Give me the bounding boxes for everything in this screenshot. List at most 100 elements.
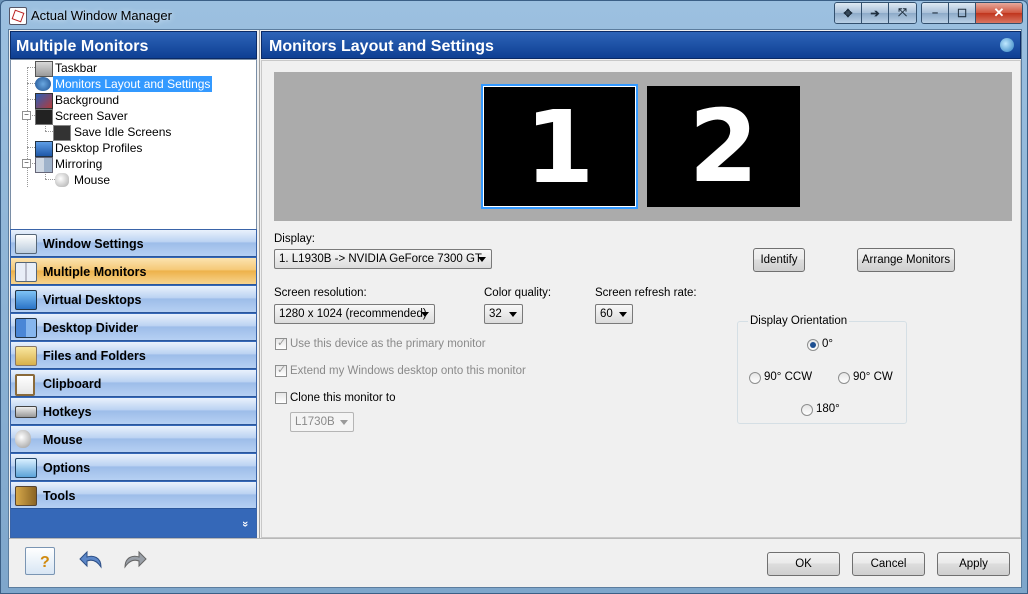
extend-desktop-checkbox[interactable] [275, 363, 287, 377]
orientation-90ccw-radio[interactable] [749, 372, 761, 384]
client-area: Multiple Monitors Taskbar Monitors Layou… [8, 29, 1022, 588]
nav-hotkeys[interactable]: Hotkeys [11, 398, 256, 425]
chevron-down-icon [478, 257, 486, 262]
apply-button[interactable]: Apply [937, 552, 1010, 576]
multiple-monitors-icon [15, 262, 37, 282]
footer-divider [9, 538, 1021, 539]
idle-screens-icon [53, 125, 71, 141]
clone-target-select[interactable]: L1730B [290, 412, 354, 432]
orientation-90cw-label: 90° CW [853, 371, 893, 383]
window-settings-icon [15, 234, 37, 254]
window-caption-buttons: – ☐ ✕ [921, 2, 1023, 24]
nav-multiple-monitors[interactable]: Multiple Monitors [11, 258, 256, 285]
files-folders-icon [15, 346, 37, 366]
orientation-0-label: 0° [822, 338, 833, 350]
mouse-icon [55, 173, 69, 187]
monitors-layout-canvas: 1 2 [274, 72, 1012, 221]
nav-tools[interactable]: Tools [11, 482, 256, 509]
nav-label: Files and Folders [43, 349, 146, 363]
nav-files-and-folders[interactable]: Files and Folders [11, 342, 256, 369]
resize-icon[interactable]: ⤧ [889, 3, 916, 23]
maximize-button[interactable]: ☐ [949, 3, 976, 23]
nav-options[interactable]: Options [11, 454, 256, 481]
extra-caption-buttons: ✥ ➔ ⤧ [834, 2, 917, 24]
app-window: Actual Window Manager ✥ ➔ ⤧ – ☐ ✕ Multip… [0, 0, 1028, 594]
taskbar-icon [35, 61, 53, 77]
left-panel-title: Multiple Monitors [10, 31, 257, 59]
tree-label: Monitors Layout and Settings [53, 76, 213, 92]
nav-label: Options [43, 461, 91, 475]
undo-icon[interactable] [79, 547, 107, 573]
refresh-rate-select[interactable]: 60 [595, 304, 633, 324]
screen-saver-icon [35, 109, 53, 125]
nav-desktop-divider[interactable]: Desktop Divider [11, 314, 256, 341]
minimize-button[interactable]: – [922, 3, 949, 23]
help-icon[interactable]: ? [25, 547, 55, 575]
desktop-divider-icon [15, 318, 37, 338]
orientation-180-label: 180° [816, 403, 840, 415]
orientation-90ccw-label: 90° CCW [764, 371, 813, 383]
ok-button[interactable]: OK [767, 552, 840, 576]
tree-label: Desktop Profiles [55, 141, 143, 155]
settings-body: 1 2 Display: 1. L1930B -> NVIDIA GeForce… [261, 60, 1021, 538]
nav-label: Desktop Divider [43, 321, 139, 335]
window-title: Actual Window Manager [31, 8, 172, 23]
tree-label: Mouse [74, 173, 111, 187]
monitor-2[interactable]: 2 [647, 86, 800, 207]
redo-icon[interactable] [119, 547, 147, 573]
nav-mouse[interactable]: Mouse [11, 426, 256, 453]
nav-window-settings[interactable]: Window Settings [11, 230, 256, 257]
tools-icon [15, 486, 37, 506]
nav-virtual-desktops[interactable]: Virtual Desktops [11, 286, 256, 313]
cancel-button[interactable]: Cancel [852, 552, 925, 576]
orientation-0-radio[interactable] [807, 339, 819, 351]
color-quality-select[interactable]: 32 [484, 304, 523, 324]
extend-desktop-label: Extend my Windows desktop onto this moni… [290, 365, 526, 377]
settings-tree: Taskbar Monitors Layout and Settings Bac… [10, 59, 257, 257]
collapse-icon[interactable]: − [22, 111, 31, 120]
close-button[interactable]: ✕ [976, 3, 1022, 23]
tree-label: Background [55, 93, 120, 107]
virtual-desktops-icon [15, 290, 37, 310]
clone-monitor-checkbox[interactable] [275, 392, 287, 404]
chevron-down-icon [340, 420, 348, 425]
tree-label: Mirroring [55, 157, 103, 171]
monitor-1[interactable]: 1 [481, 84, 638, 209]
resolution-select[interactable]: 1280 x 1024 (recommended) [274, 304, 435, 324]
nav-label: Hotkeys [43, 405, 92, 419]
more-chevron-icon[interactable]: » [239, 521, 251, 527]
display-select[interactable]: 1. L1930B -> NVIDIA GeForce 7300 GT [274, 249, 492, 269]
resolution-value: 1280 x 1024 (recommended) [279, 308, 427, 320]
nav-label: Tools [43, 489, 76, 503]
options-icon [15, 458, 37, 478]
orientation-180-radio[interactable] [801, 404, 813, 416]
panel-divider [259, 30, 260, 538]
move-icon[interactable]: ✥ [835, 3, 862, 23]
resolution-label: Screen resolution: [274, 287, 367, 299]
page-title: Monitors Layout and Settings [269, 38, 494, 55]
clone-target-value: L1730B [295, 416, 335, 428]
nav-clipboard[interactable]: Clipboard [11, 370, 256, 397]
color-quality-label: Color quality: [484, 287, 552, 299]
settings-globe-icon [1000, 38, 1014, 52]
nav-label: Virtual Desktops [43, 293, 142, 307]
desktop-profiles-icon [35, 141, 53, 157]
primary-monitor-checkbox[interactable] [275, 336, 287, 350]
nav-label: Clipboard [43, 377, 102, 391]
mouse-icon [15, 430, 31, 448]
nav-label: Multiple Monitors [43, 265, 147, 279]
identify-button[interactable]: Identify [753, 248, 805, 272]
app-icon [9, 7, 27, 25]
collapse-icon[interactable]: − [22, 159, 31, 168]
pin-icon[interactable]: ➔ [862, 3, 889, 23]
arrange-monitors-button[interactable]: Arrange Monitors [857, 248, 955, 272]
hotkeys-icon [15, 406, 37, 418]
clone-monitor-label: Clone this monitor to [290, 392, 396, 404]
title-bar[interactable]: Actual Window Manager ✥ ➔ ⤧ – ☐ ✕ [1, 1, 1027, 29]
background-icon [35, 93, 53, 109]
display-value: 1. L1930B -> NVIDIA GeForce 7300 GT [279, 253, 482, 265]
chevron-down-icon [509, 312, 517, 317]
tree-label: Screen Saver [55, 109, 128, 123]
monitor-settings-icon [35, 77, 51, 91]
orientation-90cw-radio[interactable] [838, 372, 850, 384]
